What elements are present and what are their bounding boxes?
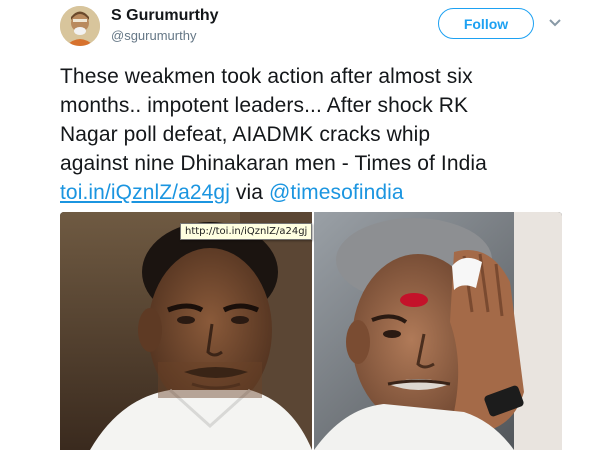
follow-button[interactable]: Follow [438, 8, 534, 39]
avatar[interactable] [60, 6, 100, 46]
follow-button-label: Follow [463, 15, 509, 32]
mention-link[interactable]: @timesofindia [269, 181, 404, 204]
author-handle[interactable]: @sgurumurthy [111, 28, 196, 43]
more-options-button[interactable] [548, 16, 562, 30]
tweet-text: These weakmen took action after almost s… [60, 62, 590, 207]
tweet-link[interactable]: toi.in/iQznlZ/a24gj [60, 181, 230, 204]
avatar-portrait-icon [60, 6, 100, 46]
photo-left[interactable] [60, 212, 312, 450]
tweet-text-line-links: toi.in/iQznlZ/a24gj via @timesofindia [60, 178, 590, 207]
author-name[interactable]: S Gurumurthy [111, 7, 219, 25]
tweet-media[interactable] [60, 212, 562, 450]
tweet-text-line: months.. impotent leaders... After shock… [60, 94, 469, 117]
tweet-header: S Gurumurthy @sgurumurthy Follow [0, 0, 600, 56]
tweet-text-line: These weakmen took action after almost s… [60, 65, 473, 88]
chevron-down-icon [549, 19, 561, 27]
link-tooltip: http://toi.in/iQznlZ/a24gj [180, 223, 313, 240]
tweet-text-line: against nine Dhinakaran men - Times of I… [60, 152, 487, 175]
photo-right[interactable] [314, 212, 562, 450]
portrait-photo-left [60, 212, 312, 450]
via-text: via [235, 181, 264, 204]
tweet-text-line: Nagar poll defeat, AIADMK cracks whip [60, 123, 431, 146]
portrait-photo-right [314, 212, 562, 450]
